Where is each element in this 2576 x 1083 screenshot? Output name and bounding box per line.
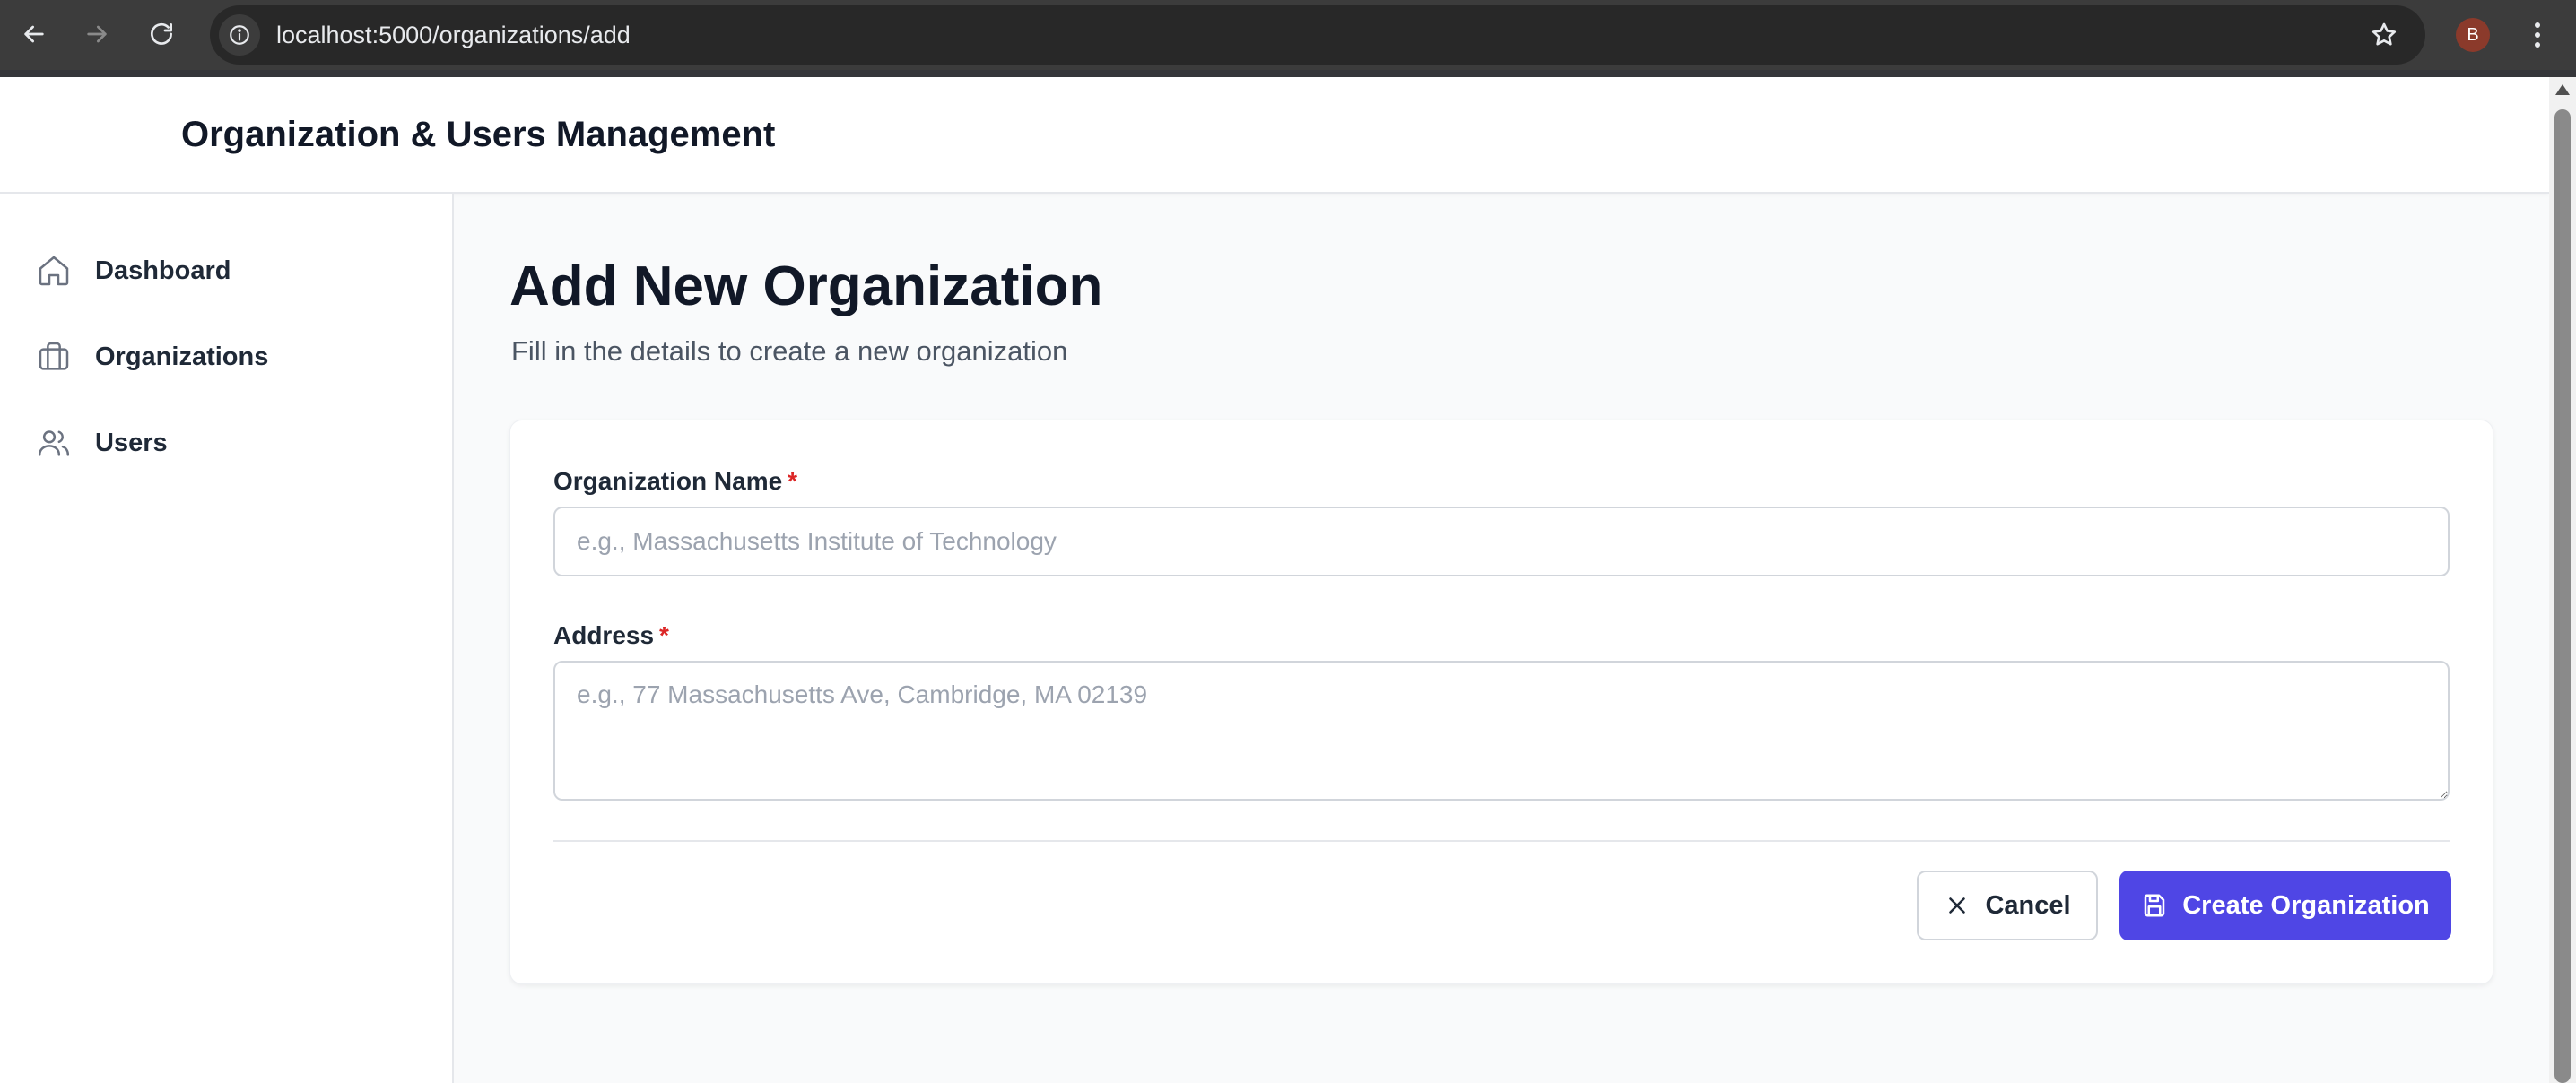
site-info-icon[interactable]: [219, 14, 260, 56]
organization-name-label: Organization Name *: [553, 467, 798, 495]
organization-name-input[interactable]: [553, 507, 2450, 576]
sidebar-item-users[interactable]: Users: [36, 418, 168, 468]
save-icon: [2144, 894, 2165, 917]
briefcase-icon: [39, 342, 69, 370]
cancel-button[interactable]: Cancel: [1917, 871, 2098, 940]
back-button[interactable]: [14, 14, 54, 54]
sidebar-item-label: Users: [95, 428, 168, 457]
close-icon: [1949, 897, 1966, 914]
sidebar-item-dashboard[interactable]: Dashboard: [36, 246, 231, 296]
users-icon: [38, 430, 70, 456]
sidebar-item-label: Organizations: [95, 342, 269, 371]
create-organization-button[interactable]: Create Organization: [2119, 871, 2451, 940]
toolbar-edge: [0, 70, 2576, 77]
form-divider: [553, 840, 2450, 842]
address-textarea[interactable]: [553, 661, 2450, 801]
scrollbar-thumb[interactable]: [2554, 109, 2571, 1083]
profile-avatar[interactable]: B: [2456, 18, 2490, 52]
page-subtitle: Fill in the details to create a new orga…: [511, 335, 1068, 367]
address-bar[interactable]: localhost:5000/organizations/add: [210, 5, 2425, 65]
bookmark-star-icon[interactable]: [2370, 21, 2398, 49]
arrow-left-icon: [24, 25, 44, 43]
reload-button[interactable]: [142, 14, 181, 54]
required-asterisk: *: [788, 467, 798, 495]
sidebar-item-organizations[interactable]: Organizations: [36, 332, 268, 382]
required-asterisk: *: [659, 621, 669, 649]
browser-menu-icon[interactable]: [2524, 18, 2551, 52]
cancel-button-label: Cancel: [1985, 890, 2071, 920]
reload-icon: [151, 22, 172, 45]
page-scrollbar[interactable]: [2549, 77, 2576, 1083]
address-label: Address *: [553, 621, 669, 649]
app-title: Organization & Users Management: [181, 115, 776, 154]
page-title: Add New Organization: [509, 256, 1103, 317]
organization-form: Organization Name* Address* Cancel Creat…: [509, 420, 2493, 984]
main-content: Add New Organization Fill in the details…: [454, 194, 2549, 1083]
sidebar-item-label: Dashboard: [95, 256, 231, 285]
create-button-label: Create Organization: [2182, 890, 2430, 920]
arrow-right-icon: [87, 25, 107, 43]
scroll-up-arrow-icon[interactable]: [2555, 84, 2570, 95]
sidebar: Dashboard Organizations Users: [0, 194, 454, 1083]
home-icon: [39, 256, 69, 286]
browser-toolbar: localhost:5000/organizations/add B: [0, 0, 2576, 77]
forward-button[interactable]: [77, 14, 117, 54]
url-text[interactable]: localhost:5000/organizations/add: [276, 5, 631, 65]
app-header: Organization & Users Management: [0, 77, 2549, 194]
